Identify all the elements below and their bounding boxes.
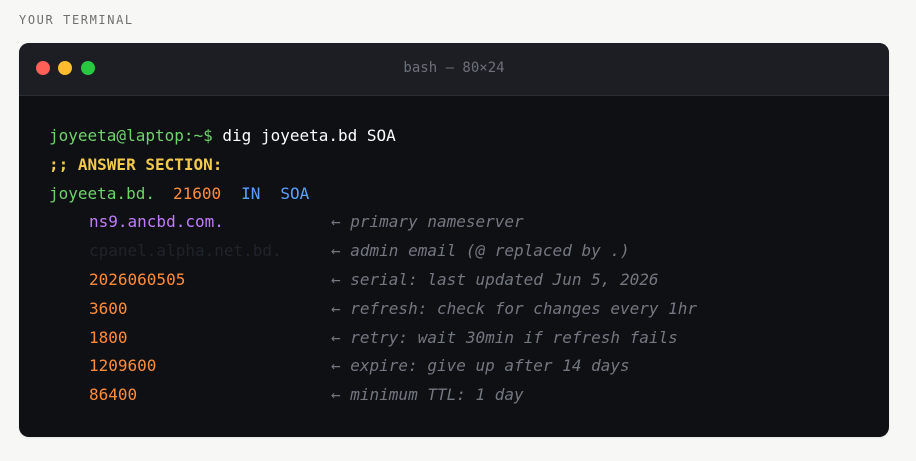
soa-field-row: 1800 ← retry: wait 30min if refresh fail… xyxy=(49,324,678,353)
serial-comment: ← serial: last updated Jun 5, 2026 xyxy=(331,269,659,289)
soa-field-row: 3600 ← refresh: check for changes every … xyxy=(49,295,697,324)
admin-email-comment: ← admin email (@ replaced by .) xyxy=(331,241,630,261)
command-line: joyeeta@laptop:~$ dig joyeeta.bd SOA xyxy=(49,122,396,151)
retry-comment: ← retry: wait 30min if refresh fails xyxy=(331,327,678,347)
expire-value: 1209600 xyxy=(89,356,157,376)
soa-field-row: ns9.ancbd.com. ← primary nameserver xyxy=(49,208,524,237)
soa-field-row: cpanel.alpha.net.bd. ← admin email (@ re… xyxy=(49,237,630,266)
record-type: SOA xyxy=(280,183,310,203)
soa-field-row: 1209600 ← expire: give up after 14 days xyxy=(49,352,630,381)
minimum-ttl-value: 86400 xyxy=(89,385,138,405)
expire-comment: ← expire: give up after 14 days xyxy=(331,356,630,376)
minimum-ttl-comment: ← minimum TTL: 1 day xyxy=(331,385,524,405)
refresh-comment: ← refresh: check for changes every 1hr xyxy=(331,298,698,318)
soa-record-line: joyeeta.bd. 21600 IN SOA xyxy=(49,180,396,209)
refresh-value: 3600 xyxy=(89,298,128,318)
serial-value: 2026060505 xyxy=(89,269,186,289)
primary-nameserver-comment: ← primary nameserver xyxy=(331,212,524,232)
record-ttl: 21600 xyxy=(172,183,222,203)
terminal-output[interactable]: joyeeta@laptop:~$ dig joyeeta.bd SOA ;; … xyxy=(49,122,697,410)
admin-email-value: cpanel.alpha.net.bd. xyxy=(89,241,282,261)
soa-field-row: 2026060505 ← serial: last updated Jun 5,… xyxy=(49,266,659,295)
soa-field-row: 86400 ← minimum TTL: 1 day xyxy=(49,381,524,410)
record-class: IN xyxy=(241,183,261,203)
section-heading: YOUR TERMINAL xyxy=(19,13,134,27)
primary-nameserver-value: ns9.ancbd.com. xyxy=(89,212,224,232)
record-name: joyeeta.bd. xyxy=(49,183,155,203)
terminal-title: bash — 80×24 xyxy=(403,60,505,76)
answer-section-header: ;; ANSWER SECTION: xyxy=(49,151,396,180)
terminal-window[interactable]: bash — 80×24 joyeeta@laptop:~$ dig joyee… xyxy=(19,43,889,437)
retry-value: 1800 xyxy=(89,327,128,347)
answer-section-label: ;; ANSWER SECTION: xyxy=(49,154,223,174)
command-text: dig joyeeta.bd SOA xyxy=(222,126,396,145)
prompt: joyeeta@laptop:~$ xyxy=(49,126,213,145)
terminal-titlebar: bash — 80×24 xyxy=(19,43,889,96)
